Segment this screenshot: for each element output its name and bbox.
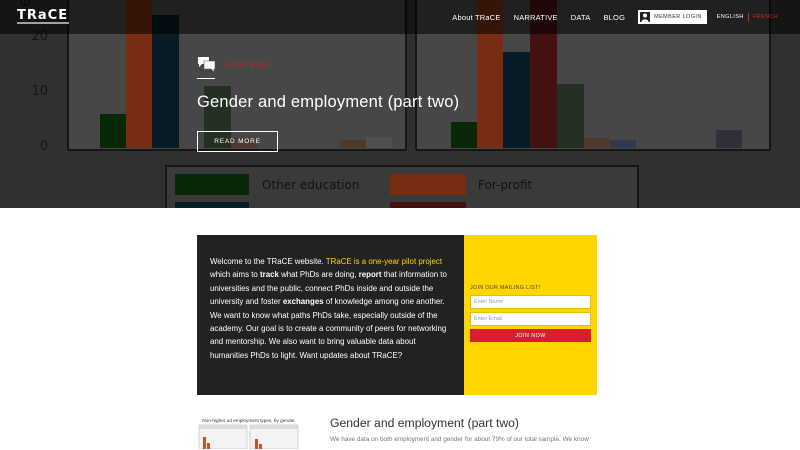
post-tag: LATEST BLOG <box>197 56 459 73</box>
welcome-text: Welcome to the TRaCE website. TRaCE is a… <box>210 255 451 362</box>
welcome-highlight: TRaCE is a one-year pilot project <box>325 257 443 266</box>
mailing-list-panel: JOIN OUR MAILING LIST! Enter Name Enter … <box>464 235 597 395</box>
lang-divider <box>747 12 749 22</box>
lang-english[interactable]: ENGLISH <box>717 14 744 20</box>
tag-divider <box>197 78 215 79</box>
member-login-label: MEMBER LOGIN <box>654 14 702 20</box>
thumbnail-chart <box>198 424 299 450</box>
welcome-intro: Welcome to the TRaCE website. <box>210 257 326 266</box>
nav-data[interactable]: DATA <box>571 13 591 22</box>
hero-content: LATEST BLOG Gender and employment (part … <box>197 56 459 152</box>
member-login-button[interactable]: MEMBER LOGIN <box>638 10 707 24</box>
nav-narrative[interactable]: NARRATIVE <box>514 13 558 22</box>
welcome-text-1: which aims to <box>210 270 260 280</box>
welcome-track: track <box>260 270 279 280</box>
user-icon <box>640 12 651 22</box>
nav-links: About TRaCE NARRATIVE DATA BLOG MEMBER L… <box>452 0 800 34</box>
welcome-text-4: of knowledge among one another. We want … <box>210 297 447 360</box>
latest-blog-label: LATEST BLOG <box>224 62 270 69</box>
post-excerpt: We have data on both employment and gend… <box>330 436 589 443</box>
lang-french[interactable]: FRENCH <box>753 14 778 20</box>
post-thumbnail[interactable]: Non-higher ed employment types, by gende… <box>197 417 300 450</box>
top-navbar: TRaCE About TRaCE NARRATIVE DATA BLOG ME… <box>0 0 800 34</box>
welcome-panel: Welcome to the TRaCE website. TRaCE is a… <box>197 235 464 395</box>
welcome-exchanges: exchanges <box>282 297 324 307</box>
read-more-button[interactable]: READ MORE <box>197 131 278 152</box>
welcome-text-2: what PhDs are doing, <box>278 270 359 280</box>
nav-about[interactable]: About TRaCE <box>452 13 500 22</box>
mailing-list-title: JOIN OUR MAILING LIST! <box>470 285 541 291</box>
hero-banner: pe 20 10 0 Other education For-profit TR… <box>0 0 800 208</box>
hero-title[interactable]: Gender and employment (part two) <box>197 93 459 112</box>
email-input[interactable]: Enter Email <box>470 312 591 326</box>
join-now-button[interactable]: JOIN NOW <box>470 329 591 342</box>
logo-tagline <box>17 22 69 24</box>
welcome-report: report <box>358 270 382 280</box>
chat-bubbles-icon <box>198 57 216 73</box>
name-input[interactable]: Enter Name <box>470 295 591 309</box>
nav-blog[interactable]: BLOG <box>603 13 625 22</box>
post-title[interactable]: Gender and employment (part two) <box>330 416 519 430</box>
site-logo[interactable]: TRaCE <box>17 8 68 23</box>
